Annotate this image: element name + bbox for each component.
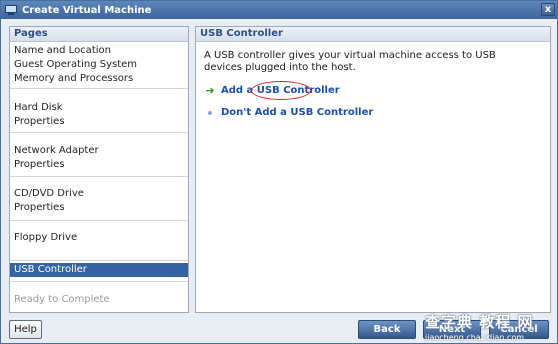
create-vm-dialog: Create Virtual Machine x Pages Name and …	[0, 0, 558, 344]
virtual-machine-icon	[5, 5, 17, 15]
window-title: Create Virtual Machine	[22, 4, 152, 16]
page-hard-disk-properties[interactable]: Properties	[14, 115, 184, 129]
page-network-adapter[interactable]: Network Adapter	[14, 144, 184, 158]
help-button[interactable]: Help	[9, 320, 42, 339]
footer-bar: Help Back Next Cancel	[1, 317, 557, 343]
close-button[interactable]: x	[541, 3, 555, 16]
page-group-ready: Ready to Complete	[10, 281, 188, 321]
page-network-properties[interactable]: Properties	[14, 158, 184, 172]
page-group-general: Name and Location Guest Operating System…	[10, 42, 188, 89]
page-hard-disk[interactable]: Hard Disk	[14, 101, 184, 115]
add-usb-prefix: Add a	[221, 84, 257, 96]
content-panel: USB Controller A USB controller gives yo…	[195, 26, 551, 313]
pages-panel: Pages Name and Location Guest Operating …	[9, 26, 189, 313]
annotation-circle: USB Controller	[250, 80, 340, 100]
page-cddvd-drive[interactable]: CD/DVD Drive	[14, 187, 184, 201]
back-button[interactable]: Back	[358, 320, 416, 339]
usb-description: A USB controller gives your virtual mach…	[204, 50, 496, 73]
content-header: USB Controller	[196, 27, 550, 42]
page-name-location[interactable]: Name and Location	[14, 44, 184, 58]
add-usb-controller-link[interactable]: Add a USB Controller	[221, 80, 340, 100]
dont-add-usb-controller-link[interactable]: Don't Add a USB Controller	[221, 107, 373, 118]
page-group-network: Network Adapter Properties	[10, 133, 188, 177]
add-usb-circled-text: USB Controller	[256, 84, 340, 96]
add-usb-option[interactable]: ➜ Add a USB Controller	[204, 80, 542, 100]
page-group-floppy: Floppy Drive	[10, 221, 188, 261]
page-memory-processors[interactable]: Memory and Processors	[14, 72, 184, 86]
cancel-button[interactable]: Cancel	[489, 320, 549, 339]
page-group-hard-disk: Hard Disk Properties	[10, 89, 188, 133]
bullet-icon	[204, 107, 216, 118]
page-group-usb: USB Controller	[10, 263, 188, 278]
page-guest-os[interactable]: Guest Operating System	[14, 58, 184, 72]
dont-add-usb-option[interactable]: Don't Add a USB Controller	[204, 105, 542, 119]
page-cddvd-properties[interactable]: Properties	[14, 201, 184, 215]
title-bar[interactable]: Create Virtual Machine x	[1, 1, 557, 19]
page-floppy-drive[interactable]: Floppy Drive	[14, 231, 184, 245]
pages-list: Name and Location Guest Operating System…	[10, 42, 188, 321]
next-button[interactable]: Next	[423, 320, 481, 339]
page-ready-to-complete: Ready to Complete	[14, 294, 110, 305]
green-arrow-icon: ➜	[205, 83, 215, 97]
content-body: A USB controller gives your virtual mach…	[196, 42, 550, 119]
pages-header: Pages	[10, 27, 188, 42]
page-group-cddvd: CD/DVD Drive Properties	[10, 177, 188, 221]
page-usb-controller[interactable]: USB Controller	[10, 263, 188, 277]
